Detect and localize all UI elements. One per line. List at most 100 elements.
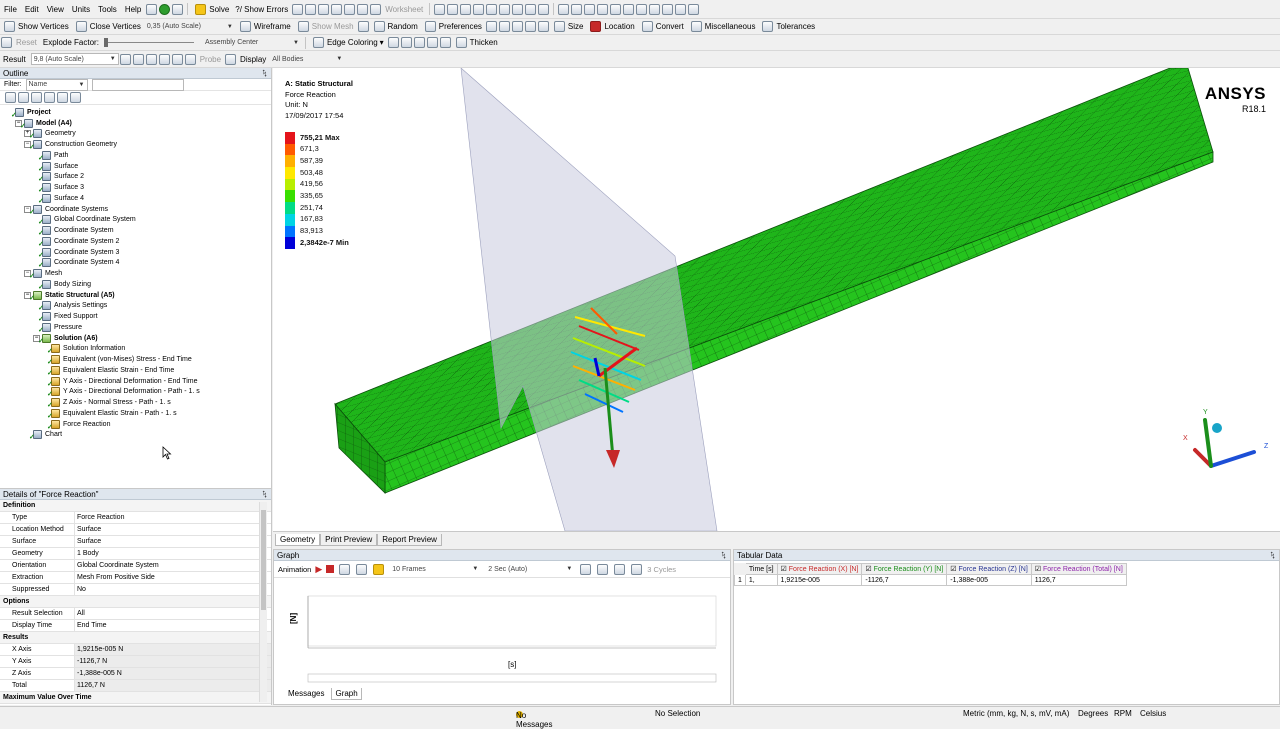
filter-text-input[interactable]	[91, 78, 184, 91]
previous-view-icon[interactable]	[636, 3, 648, 15]
edges-display-icon[interactable]	[145, 53, 157, 65]
menu-file[interactable]: File	[0, 5, 21, 14]
vertex-scale-combo[interactable]: 0,35 (Auto Scale) ▼	[144, 21, 236, 33]
box-zoom-icon[interactable]	[597, 3, 609, 15]
details-value[interactable]: 1 Body	[75, 548, 271, 559]
triad-axes[interactable]: Y Z X	[1183, 409, 1269, 468]
solve-button[interactable]: Solve	[191, 2, 232, 16]
angle-unit-status[interactable]: Degrees	[1078, 709, 1108, 718]
select-vertex-icon[interactable]	[460, 3, 472, 15]
cell-force-y[interactable]: -1126,7	[861, 574, 948, 586]
details-section-header[interactable]: Options	[0, 596, 271, 608]
details-value[interactable]: Force Reaction	[75, 512, 271, 523]
show-vertices-button[interactable]: Show Vertices	[0, 20, 72, 34]
tree-collapse-icon[interactable]	[57, 92, 68, 103]
annotation-pref-icon[interactable]	[485, 21, 497, 32]
pin-icon[interactable]: ᛪ	[262, 68, 267, 79]
pin-icon[interactable]: ᛪ	[262, 489, 267, 500]
filter-combo[interactable]: Name ▼	[25, 78, 88, 91]
tree-node[interactable]: − ✓ Construction Geometry	[0, 139, 271, 151]
tree-node[interactable]: ✓ Coordinate System 3	[0, 247, 271, 259]
tree-node[interactable]: ✓ Coordinate System	[0, 225, 271, 237]
reset-button[interactable]: Reset	[13, 36, 40, 50]
tree-node[interactable]: ✓ Equivalent Elastic Strain - End Time	[0, 365, 271, 377]
cell-force-total[interactable]: 1126,7	[1030, 574, 1127, 586]
details-row[interactable]: Type Force Reaction	[0, 512, 271, 524]
thicken-button[interactable]: Thicken	[452, 36, 501, 50]
details-value[interactable]: Global Coordinate System	[75, 560, 271, 571]
size-button[interactable]: Size	[550, 20, 587, 34]
select-face-icon[interactable]	[486, 3, 498, 15]
details-value[interactable]: -1126,7 N	[75, 656, 271, 667]
tree-node[interactable]: ✓ Pressure	[0, 322, 271, 334]
cell-force-x[interactable]: 1,9215e-005	[776, 574, 863, 586]
edge-style-1-icon[interactable]	[387, 37, 399, 48]
image-from-file-icon[interactable]	[318, 3, 330, 15]
tree-node[interactable]: ✓ Solution Information	[0, 344, 271, 355]
extend-limits-icon[interactable]	[524, 21, 536, 32]
graph-plot[interactable]: [N] [s]	[274, 578, 730, 688]
details-section-header[interactable]: Definition	[0, 500, 271, 512]
details-value[interactable]: End Time	[75, 620, 271, 631]
coordinate-icon[interactable]	[498, 21, 510, 32]
tree-node[interactable]: ✓ Equivalent (von-Mises) Stress - End Tim…	[0, 354, 271, 366]
label-icon[interactable]	[344, 3, 356, 15]
geometry-display-icon[interactable]	[119, 53, 131, 65]
tree-search-icon[interactable]	[18, 92, 29, 103]
edge-style-3-icon[interactable]	[413, 37, 425, 48]
tree-next-icon[interactable]	[31, 92, 42, 103]
pin-icon[interactable]: ᛪ	[721, 550, 726, 561]
next-view-icon[interactable]	[649, 3, 661, 15]
tree-node[interactable]: ✓ Global Coordinate System	[0, 215, 271, 226]
column-header[interactable]: ☑ Force Reaction (Total) [N]	[1030, 563, 1127, 575]
display-bodies-combo[interactable]: All Bodies ▼	[269, 53, 345, 65]
tree-node[interactable]: − ✓ Solution (A6)	[0, 333, 271, 345]
show-mesh-button[interactable]: Show Mesh	[294, 20, 357, 34]
play-icon[interactable]: ▶	[315, 564, 322, 575]
menu-units[interactable]: Units	[68, 5, 94, 14]
zoom-to-fit-icon[interactable]	[610, 3, 622, 15]
new-analysis-icon[interactable]	[146, 3, 158, 15]
column-checkbox-icon[interactable]: ☑	[950, 566, 958, 573]
select-point-icon[interactable]	[447, 3, 459, 15]
tree-node[interactable]: − ✓ Static Structural (A5)	[0, 290, 271, 302]
stop-icon[interactable]	[326, 565, 335, 573]
tree-node[interactable]: ✓ Y Axis - Directional Deformation - End …	[0, 376, 271, 388]
tree-node[interactable]: ✓ Project	[0, 107, 271, 119]
tree-node[interactable]: ✓ Coordinate System 2	[0, 236, 271, 248]
graphics-viewport[interactable]: A: Static Structural Force Reaction Unit…	[273, 68, 1280, 531]
extend-chain-icon[interactable]	[537, 21, 549, 32]
details-value[interactable]: Surface	[75, 536, 271, 547]
details-value[interactable]: -1,388e-005 N	[75, 668, 271, 679]
report-icon[interactable]	[370, 3, 382, 15]
column-checkbox-icon[interactable]: ☑	[865, 566, 873, 573]
tolerances-button[interactable]: Tolerances	[758, 20, 818, 34]
select-body-icon[interactable]	[499, 3, 511, 15]
details-value[interactable]: 1126,7 N	[75, 680, 271, 691]
reset-icon[interactable]	[1, 37, 12, 48]
tree-filter-icon[interactable]	[5, 92, 16, 103]
edge-coloring-button[interactable]: Edge Coloring ▾	[309, 36, 387, 50]
preferences-button[interactable]: Preferences	[421, 20, 485, 34]
max-label-icon[interactable]	[171, 53, 183, 65]
tree-node[interactable]: − ✓ Mesh	[0, 268, 271, 280]
convert-button[interactable]: Convert	[638, 20, 687, 34]
details-row[interactable]: Location Method Surface	[0, 524, 271, 536]
details-row[interactable]: Y Axis -1126,7 N	[0, 656, 271, 668]
tree-node[interactable]: ✓ Body Sizing	[0, 279, 271, 291]
details-scrollbar[interactable]	[259, 502, 267, 702]
comment-icon[interactable]	[292, 3, 304, 15]
tab-graph[interactable]: Graph	[331, 688, 362, 700]
speed-unit-status[interactable]: RPM	[1114, 709, 1132, 718]
lightbulb-icon[interactable]	[373, 563, 385, 575]
rotate-icon[interactable]	[558, 3, 570, 15]
section-icon[interactable]	[357, 3, 369, 15]
label-tool-icon[interactable]	[225, 53, 237, 65]
cell-time[interactable]: 1,	[744, 574, 778, 586]
random-colors-button[interactable]: Random	[370, 20, 421, 34]
tree-sort-icon[interactable]	[70, 92, 81, 103]
location-button[interactable]: Location	[586, 20, 637, 34]
details-value[interactable]: 1,9215e-005 N	[75, 644, 271, 655]
tree-node[interactable]: ✓ Path	[0, 150, 271, 162]
tree-node[interactable]: + ✓ Geometry	[0, 129, 271, 140]
